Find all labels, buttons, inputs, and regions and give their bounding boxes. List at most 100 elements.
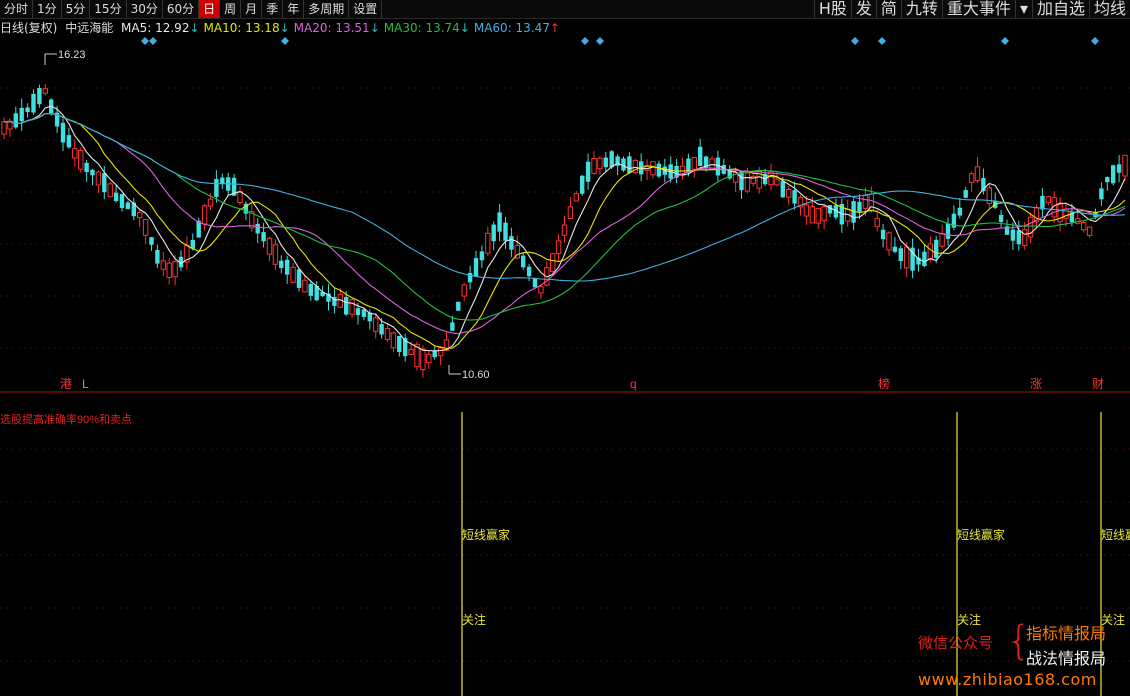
chart-canvas: 16.23 10.60 港Lq 榜 涨 财 选股提高准确率90%和卖点 短线赢家关注 短… <box>0 37 1130 696</box>
candle-body <box>119 194 125 208</box>
candle-body <box>355 308 361 316</box>
candle-body <box>66 135 72 148</box>
candle-body <box>397 335 402 353</box>
candle-body <box>390 332 397 349</box>
candle-body <box>142 219 149 236</box>
candle-body <box>473 258 479 277</box>
candle-body <box>201 205 208 225</box>
candle-body <box>898 248 903 262</box>
candle-body <box>456 301 461 311</box>
candle-body <box>538 285 544 294</box>
candle-body <box>774 178 780 186</box>
candle-body <box>815 207 821 224</box>
candle-body <box>521 255 526 268</box>
candle-body <box>420 348 426 371</box>
candle-body <box>603 157 608 168</box>
signal-diamond <box>149 37 157 45</box>
candle-body <box>78 150 84 170</box>
candle-body <box>580 175 585 194</box>
candle-body <box>1040 195 1045 210</box>
signal-diamond <box>1001 37 1009 45</box>
event-marker-3: 榜 <box>878 376 890 391</box>
candle-body <box>437 347 444 357</box>
candle-body <box>25 107 30 113</box>
candle-body <box>207 198 214 207</box>
watermark: 微信公众号 { 指标情报局 战法情报局 www.zhibiao168.com <box>918 618 1130 696</box>
candle-body <box>1016 230 1021 245</box>
candle-body <box>503 222 508 241</box>
candle-body <box>744 172 751 192</box>
candle-body <box>691 156 697 170</box>
high-low-labels: 16.23 10.60 <box>44 49 490 381</box>
candle-body <box>874 218 880 228</box>
candle-body <box>42 88 48 94</box>
candle-body <box>786 189 792 198</box>
signal-diamond <box>281 37 289 45</box>
grid <box>0 87 1130 662</box>
candle-body <box>1116 164 1122 173</box>
candle-body <box>426 353 432 364</box>
candle-body <box>561 224 568 236</box>
candle-body <box>1045 196 1051 204</box>
signal-diamond <box>878 37 886 45</box>
candle-body <box>927 243 933 261</box>
candle-body <box>214 178 219 197</box>
candle-body <box>886 232 892 251</box>
candle-body <box>1099 188 1104 200</box>
candle-body <box>509 236 514 250</box>
candle-body <box>272 244 279 265</box>
candle-body <box>344 297 349 315</box>
candle-body <box>939 233 945 247</box>
watermark-url: www.zhibiao168.com <box>918 670 1097 689</box>
candle-body <box>408 348 414 355</box>
watermark-right2: 战法情报局 <box>1026 649 1107 668</box>
candle-body <box>261 232 266 242</box>
candle-body <box>1081 222 1087 231</box>
candle-body <box>172 261 178 278</box>
signal-diamond <box>581 37 589 45</box>
candle-body <box>998 214 1004 223</box>
candle-body <box>591 157 597 174</box>
candle-body <box>555 240 562 254</box>
candle-body <box>461 284 467 297</box>
candle-body <box>308 284 313 296</box>
candle-body <box>467 272 473 283</box>
watermark-left: 微信公众号 <box>918 634 994 652</box>
event-marker-5: 财 <box>1092 377 1104 391</box>
signal-label-2: 短线赢 <box>1101 527 1130 542</box>
candle-body <box>95 171 102 186</box>
event-marker-4: 涨 <box>1030 376 1042 391</box>
candle-body <box>137 212 143 219</box>
candle-body <box>892 246 898 252</box>
candle-body <box>792 190 797 204</box>
candle-body <box>349 299 355 315</box>
candle-body <box>686 158 691 173</box>
candle-body <box>379 324 384 335</box>
candle-body <box>1105 177 1110 183</box>
event-marker-0: 港 <box>60 377 72 391</box>
candle-body <box>479 251 485 261</box>
candle-body <box>1022 229 1028 246</box>
watermark-right1: 指标情报局 <box>1026 624 1107 643</box>
candle-body <box>609 151 614 168</box>
signal-label-1: 短线赢家 <box>957 527 1005 542</box>
event-marker-2: q <box>630 377 637 391</box>
signal-label-0: 短线赢家 <box>462 527 510 542</box>
candle-body <box>166 262 172 278</box>
candle-body <box>450 322 455 331</box>
candle-body <box>1111 165 1116 184</box>
indicator-title: 选股提高准确率90%和卖点 <box>0 412 132 426</box>
candle-body <box>650 161 656 176</box>
candle-body <box>497 212 502 232</box>
candle-body <box>974 166 981 182</box>
candle-body <box>113 192 119 201</box>
candle-body <box>945 223 951 239</box>
candle-body <box>373 317 379 332</box>
candle-body <box>107 183 113 198</box>
candle-body <box>922 251 927 267</box>
high-label: 16.23 <box>58 49 86 61</box>
candle-body <box>266 237 273 255</box>
candle-body <box>532 278 538 288</box>
candle-body <box>60 122 66 143</box>
candle-body <box>526 266 532 277</box>
